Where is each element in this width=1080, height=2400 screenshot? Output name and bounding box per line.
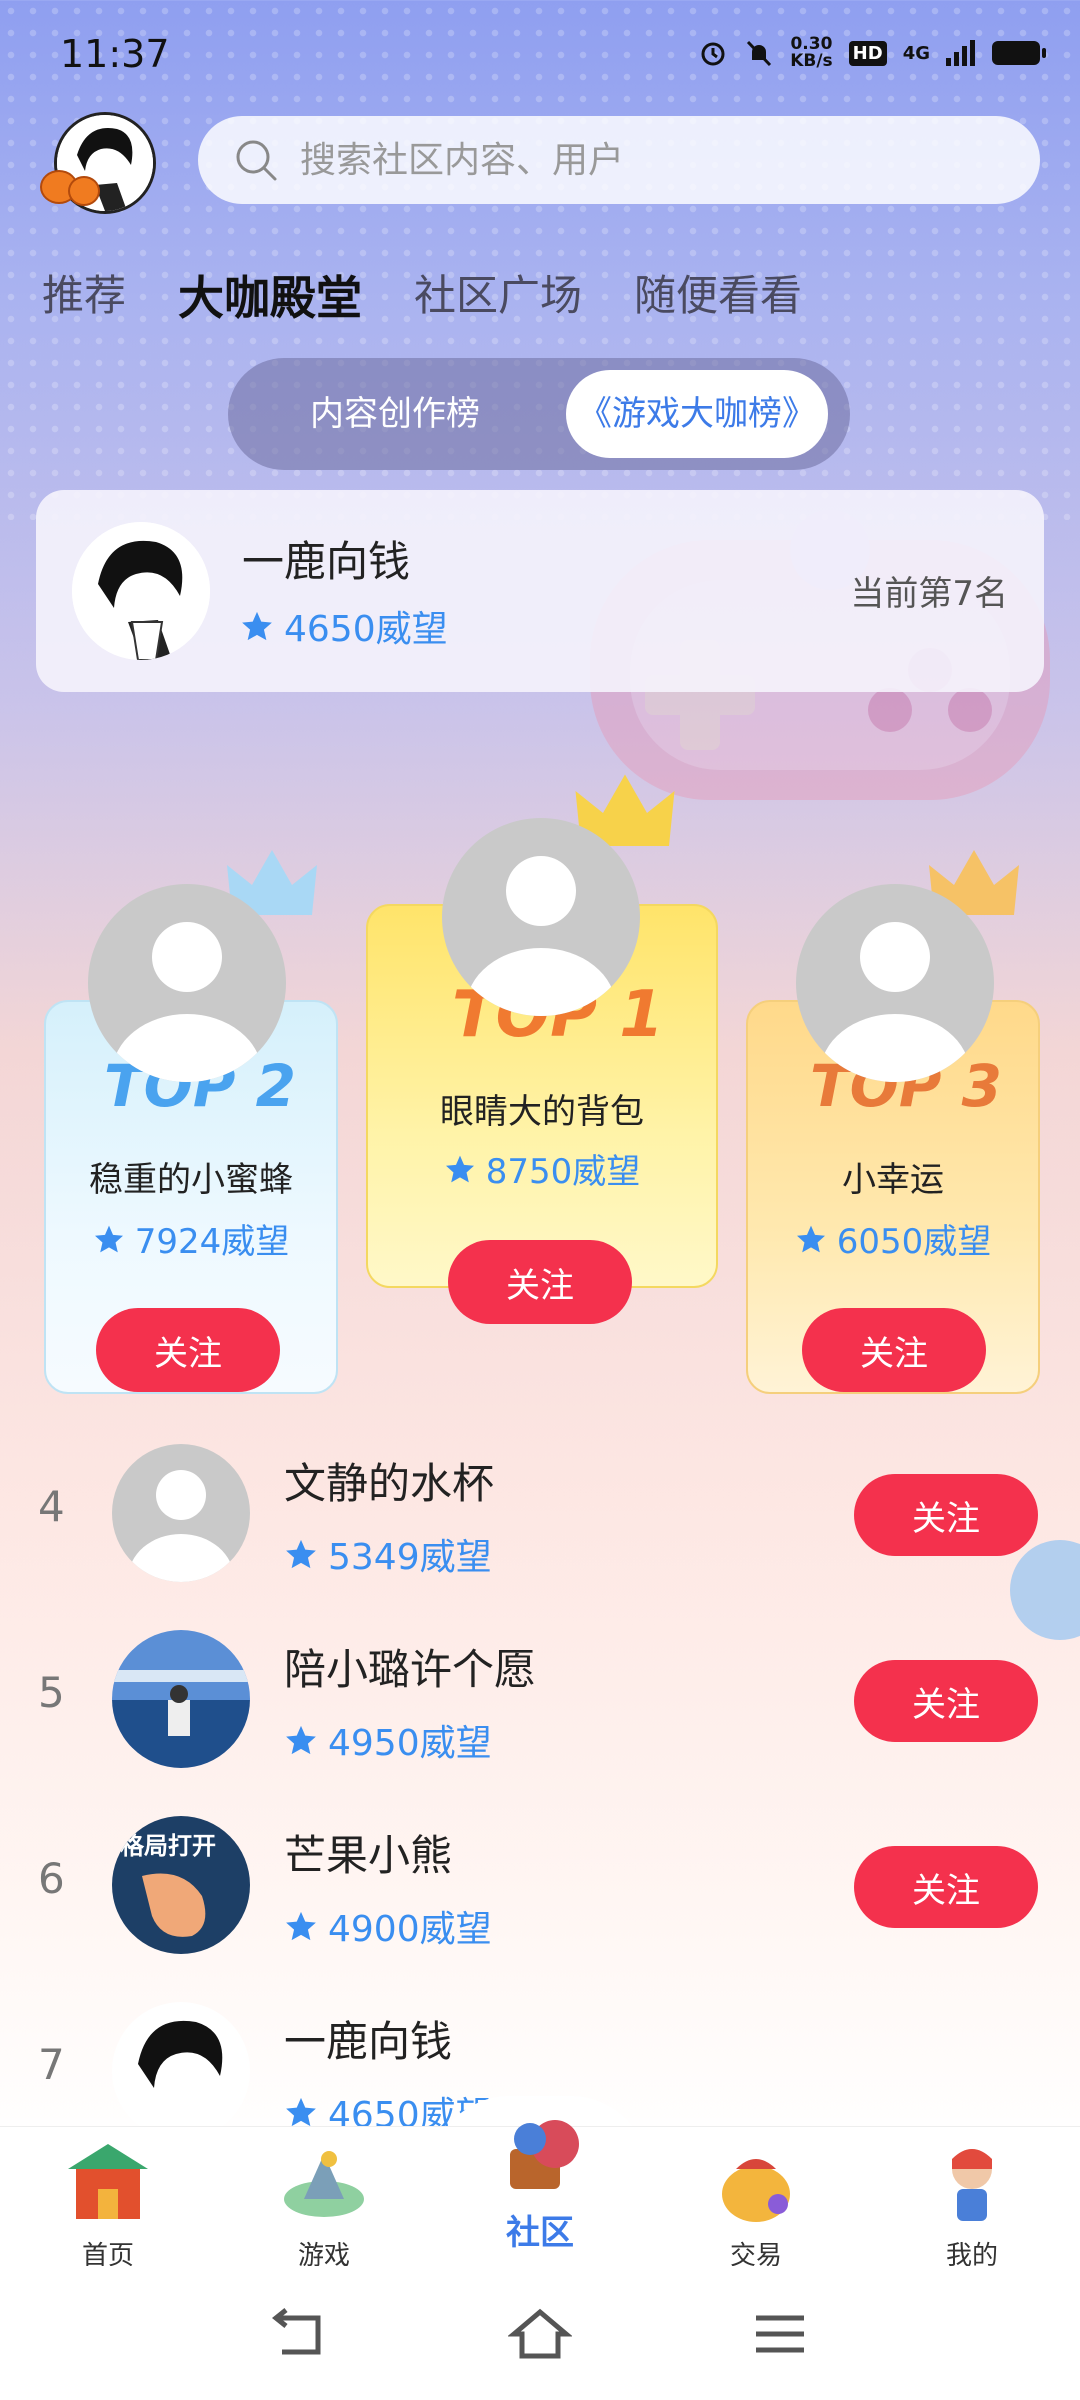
rank-number: 7 — [38, 2040, 65, 2089]
signal-icon — [946, 40, 975, 66]
top1-name: 眼睛大的背包 — [440, 1092, 644, 1132]
top2-name: 稳重的小蜜蜂 — [89, 1160, 293, 1200]
star-icon — [286, 1725, 316, 1755]
alarm-icon — [701, 42, 725, 66]
trade-bag-icon — [722, 2159, 790, 2222]
top3-avatar[interactable] — [796, 884, 994, 1082]
search-input[interactable] — [298, 138, 1002, 182]
tab-community-square[interactable]: 社区广场 — [414, 262, 582, 328]
status-time: 11:37 — [60, 32, 170, 76]
row-prestige: 5349威望 — [328, 1537, 492, 1578]
home-icon[interactable] — [508, 2306, 572, 2362]
top2-avatar[interactable] — [88, 884, 286, 1082]
mute-bell-icon — [747, 40, 772, 67]
top1-prestige: 8750威望 — [485, 1152, 641, 1192]
nav-trade[interactable]: 交易 — [676, 2127, 836, 2272]
tab-hall-of-fame[interactable]: 大咖殿堂 — [178, 262, 362, 328]
my-rank-card[interactable]: 一鹿向钱 4650威望 当前第7名 — [36, 490, 1044, 692]
home-temple-icon — [68, 2144, 148, 2219]
my-rank-text: 当前第7名 — [850, 574, 1008, 614]
system-nav-bar — [0, 2266, 1080, 2400]
follow-button[interactable]: 关注 — [854, 1660, 1038, 1742]
follow-button-top3[interactable]: 关注 — [802, 1308, 986, 1392]
row-name: 一鹿向钱 — [284, 2017, 453, 2066]
nav-label: 社区 — [506, 2213, 574, 2253]
rank-row-5[interactable]: 5 陪小璐许个愿 4950威望 关注 — [0, 1610, 1080, 1780]
top-tabs: 推荐 大咖殿堂 社区广场 随便看看 — [42, 262, 802, 328]
status-bar: 11:37 0.30 KB/s HD 4G — [0, 0, 1080, 110]
nav-profile[interactable]: 我的 — [892, 2127, 1052, 2272]
rank-number: 4 — [38, 1482, 65, 1531]
rank-row-4[interactable]: 4 文静的水杯 5349威望 关注 — [0, 1424, 1080, 1594]
my-prestige: 4650威望 — [284, 609, 448, 650]
rank-number: 5 — [38, 1668, 65, 1717]
top1-avatar[interactable] — [442, 818, 640, 1016]
follow-button-top1[interactable]: 关注 — [448, 1240, 632, 1324]
top2-prestige: 7924威望 — [134, 1222, 290, 1262]
community-pirate-icon — [510, 2120, 579, 2189]
row-name: 芒果小熊 — [284, 1831, 453, 1880]
row-prestige: 4900威望 — [328, 1909, 492, 1950]
star-icon — [286, 1911, 316, 1941]
nav-games[interactable]: 游戏 — [244, 2127, 404, 2272]
bottom-nav: 首页 游戏 社区 交易 我的 — [0, 2120, 1080, 2271]
nav-home[interactable]: 首页 — [28, 2127, 188, 2272]
profile-character-icon — [952, 2149, 992, 2221]
star-icon — [242, 611, 272, 641]
search-icon — [236, 140, 277, 181]
pumpkin-icon — [68, 176, 100, 206]
top3-prestige: 6050威望 — [836, 1222, 992, 1262]
network-label: 4G — [902, 42, 930, 64]
nav-community[interactable]: 社区 — [460, 2097, 620, 2254]
menu-icon[interactable] — [748, 2306, 812, 2362]
follow-button[interactable]: 关注 — [854, 1474, 1038, 1556]
star-icon — [445, 1155, 474, 1182]
row-name: 文静的水杯 — [284, 1459, 495, 1508]
follow-button-top2[interactable]: 关注 — [96, 1308, 280, 1392]
net-speed-unit: KB/s — [790, 51, 833, 71]
star-icon — [796, 1225, 825, 1252]
game-island-icon — [284, 2151, 364, 2217]
hd-badge: HD — [848, 40, 887, 66]
tab-recommend[interactable]: 推荐 — [42, 262, 126, 328]
my-avatar — [72, 522, 210, 660]
rank-row-6[interactable]: 6 格局打开 芒果小熊 4900威望 关注 — [0, 1796, 1080, 1966]
segment-game-expert[interactable]: 《游戏大咖榜》 — [566, 370, 828, 458]
back-icon[interactable] — [268, 2306, 332, 2362]
rank-number: 6 — [38, 1854, 65, 1903]
row-avatar[interactable] — [112, 2002, 250, 2140]
row-prestige: 4950威望 — [328, 1723, 492, 1764]
top3-name: 小幸运 — [842, 1160, 944, 1200]
follow-button[interactable]: 关注 — [854, 1846, 1038, 1928]
ranking-segment: 内容创作榜 《游戏大咖榜》 — [228, 358, 850, 470]
user-avatar[interactable] — [40, 110, 156, 214]
segment-content-creation[interactable]: 内容创作榜 — [250, 370, 540, 458]
row-avatar[interactable] — [112, 1444, 250, 1582]
row-name: 陪小璐许个愿 — [284, 1645, 537, 1694]
row-avatar[interactable]: 格局打开 — [112, 1816, 250, 1954]
star-icon — [94, 1225, 123, 1252]
tab-browse[interactable]: 随便看看 — [634, 262, 802, 328]
search-bar[interactable] — [198, 116, 1040, 204]
row-avatar[interactable] — [112, 1630, 250, 1768]
star-icon — [286, 1539, 316, 1569]
battery-icon — [992, 41, 1046, 65]
my-name: 一鹿向钱 — [242, 537, 411, 586]
star-icon — [286, 2097, 316, 2127]
